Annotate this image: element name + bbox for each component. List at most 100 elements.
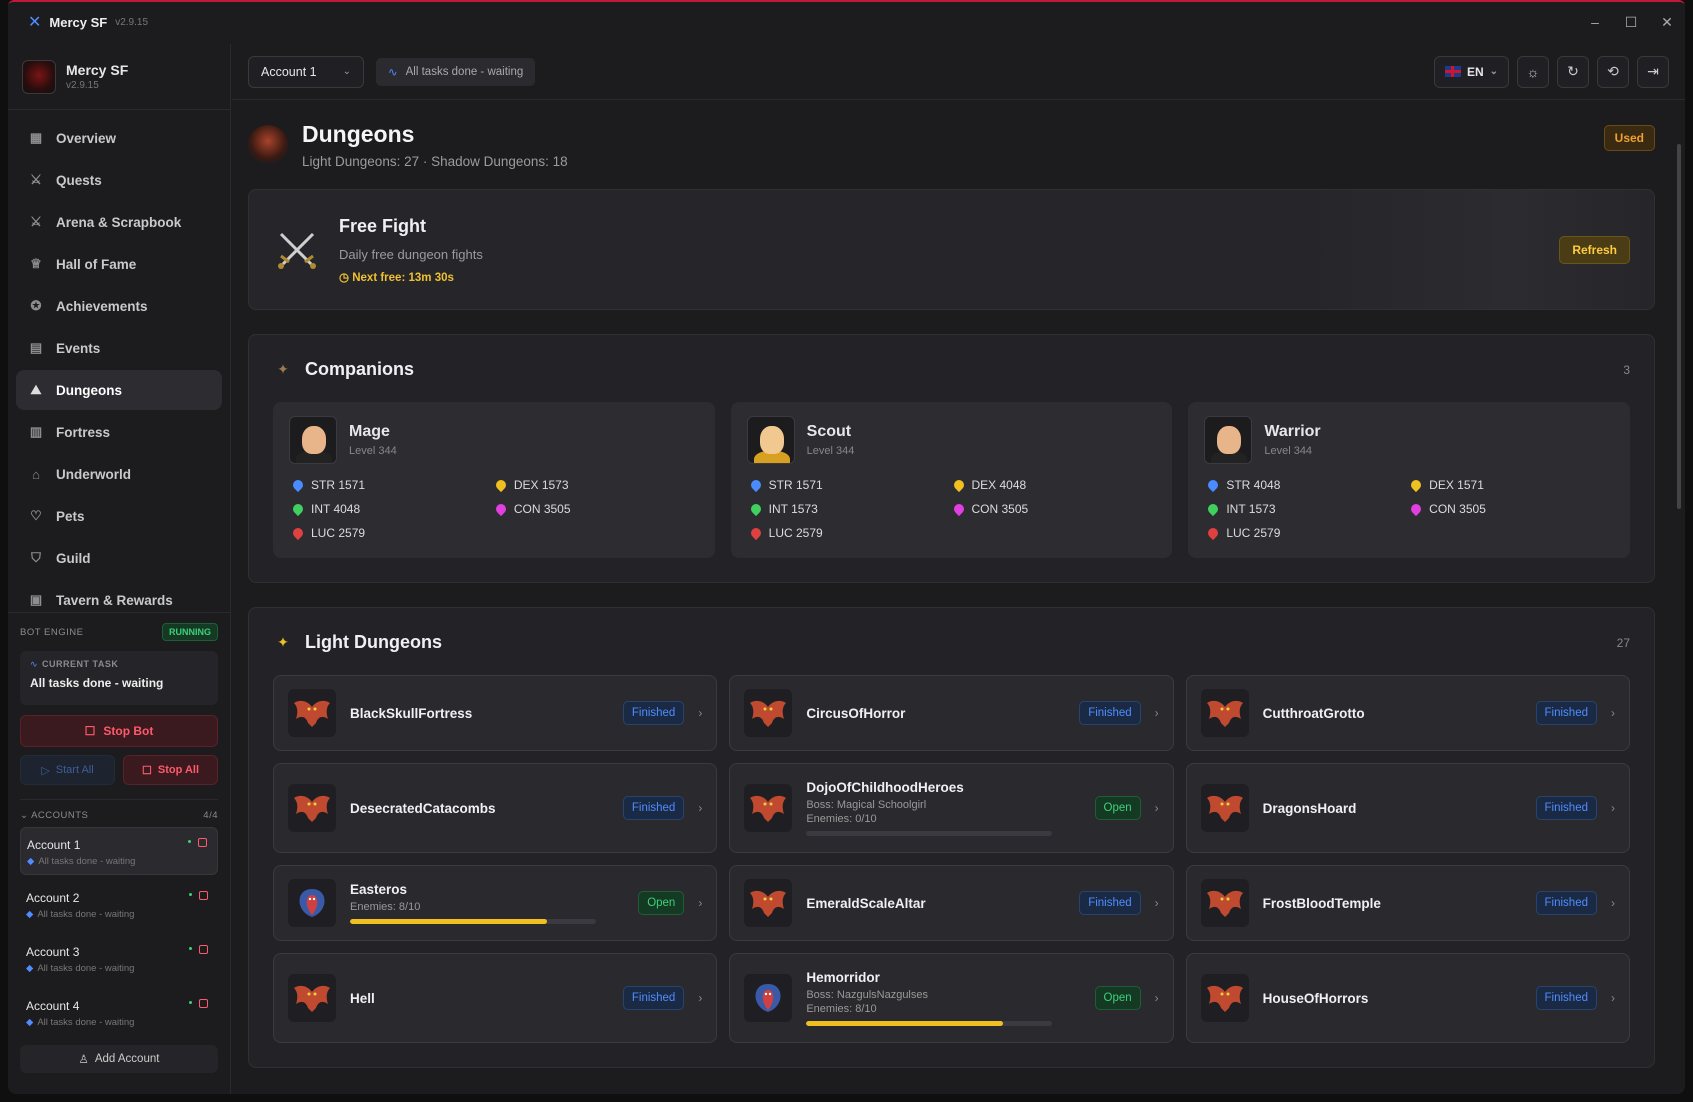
dungeon-status-badge: Finished <box>1535 701 1597 725</box>
free-fight-card: Free Fight Daily free dungeon fights ◷ N… <box>248 189 1655 310</box>
stat-value: CON 3505 <box>1429 502 1486 516</box>
current-task-value: All tasks done - waiting <box>30 676 164 690</box>
user-plus-icon: ♙ <box>78 1054 89 1066</box>
account-status: ◆ All tasks done - waiting <box>26 1017 212 1028</box>
account-status-text: All tasks done - waiting <box>38 856 136 867</box>
sidebar-item-underworld[interactable]: ⌂ Underworld <box>16 454 222 494</box>
potion-icon <box>290 477 306 493</box>
minimize-button[interactable]: – <box>1577 14 1613 31</box>
dungeon-card[interactable]: CutthroatGrotto Finished › <box>1185 675 1630 751</box>
accounts-header[interactable]: ⌄ ACCOUNTS 4/4 <box>20 799 218 821</box>
progress-fill <box>350 919 547 924</box>
free-fight-refresh-button[interactable]: Refresh <box>1559 236 1630 264</box>
bat-icon <box>1200 784 1249 832</box>
companions-section: ✦ Companions 3 Mage Level 344 STR 1571 DEX … <box>248 334 1655 583</box>
bat-icon <box>744 689 793 737</box>
account-status: ◆ All tasks done - waiting <box>26 963 212 974</box>
account-name: Account 1 <box>27 838 81 852</box>
dungeon-boss: Boss: NazgulsNazgulses <box>806 989 928 1001</box>
bat-icon <box>744 879 793 927</box>
progress-bar <box>350 919 596 924</box>
brand-name: Mercy SF <box>66 62 129 78</box>
sync-icon: ⟲ <box>1607 63 1619 79</box>
account-item[interactable]: Account 3 ◆ All tasks done - waiting <box>20 935 218 983</box>
account-select[interactable]: Account 1 ⌄ <box>248 55 364 88</box>
chevron-right-icon: › <box>698 991 703 1005</box>
dungeon-status-badge: Open <box>1094 986 1141 1010</box>
sidebar-item-pets[interactable]: ♡ Pets <box>16 496 222 536</box>
start-all-button[interactable]: ▷ Start All <box>20 755 115 785</box>
refresh-button[interactable]: ↻ <box>1557 55 1589 88</box>
bat-icon <box>288 689 336 737</box>
sidebar-item-hall-of-fame[interactable]: ♕ Hall of Fame <box>16 244 222 284</box>
stop-account-button[interactable] <box>199 945 208 954</box>
sidebar-item-arena-scrapbook[interactable]: ⚔ Arena & Scrapbook <box>16 202 222 242</box>
stat-item: INT 1573 <box>748 501 954 517</box>
stop-account-button[interactable] <box>198 838 207 847</box>
sidebar-item-achievements[interactable]: ✪ Achievements <box>16 286 222 326</box>
dungeon-icon <box>248 125 288 165</box>
sidebar-item-dungeons[interactable]: ⛰ Dungeons <box>16 370 222 410</box>
chevron-right-icon: › <box>698 801 703 815</box>
dungeon-card[interactable]: Easteros Enemies: 8/10 Open › <box>273 865 718 941</box>
window-version: v2.9.15 <box>115 16 149 28</box>
scrollbar[interactable] <box>1677 144 1681 509</box>
calendar-icon: ▤ <box>29 340 43 355</box>
companion-level: Level 344 <box>349 445 397 457</box>
sidebar-item-quests[interactable]: ⚔ Quests <box>16 160 222 200</box>
stat-item: STR 4048 <box>1206 477 1411 493</box>
potion-icon <box>748 525 763 541</box>
cobra-icon <box>744 974 793 1022</box>
dungeon-card[interactable]: CircusOfHorror Finished › <box>729 675 1174 751</box>
add-account-button[interactable]: ♙ Add Account <box>20 1045 218 1073</box>
account-item[interactable]: Account 1 ◆ All tasks done - waiting <box>20 827 218 875</box>
sync-button[interactable]: ⟲ <box>1597 55 1629 88</box>
stat-value: CON 3505 <box>513 502 571 516</box>
gift-icon: ▣ <box>29 592 43 607</box>
stat-value: DEX 4048 <box>971 478 1027 492</box>
dungeon-card[interactable]: FrostBloodTemple Finished › <box>1185 865 1630 941</box>
dungeon-card[interactable]: DojoOfChildhoodHeroes Boss: Magical Schoo… <box>729 763 1174 853</box>
dungeon-card[interactable]: BlackSkullFortress Finished › <box>273 675 718 751</box>
stop-bot-button[interactable]: ☐ Stop Bot <box>20 715 218 747</box>
dungeon-card[interactable]: HouseOfHorrors Finished › <box>1185 953 1630 1043</box>
sidebar-item-fortress[interactable]: ▥ Fortress <box>16 412 222 452</box>
dungeon-card[interactable]: EmeraldScaleAltar Finished › <box>729 865 1174 941</box>
stop-account-button[interactable] <box>199 999 208 1008</box>
account-item[interactable]: Account 2 ◆ All tasks done - waiting <box>20 881 218 929</box>
activity-icon: ◆ <box>26 963 34 974</box>
sidebar-item-tavern-rewards[interactable]: ▣ Tavern & Rewards <box>16 580 222 612</box>
chevron-right-icon: › <box>698 706 703 720</box>
bat-icon <box>1200 879 1249 927</box>
stat-item: CON 3505 <box>1409 501 1614 517</box>
sidebar-item-overview[interactable]: ▦ Overview <box>16 118 222 158</box>
stop-account-button[interactable] <box>199 891 208 900</box>
page-title: Dungeons <box>302 121 415 147</box>
bat-icon <box>288 784 336 832</box>
dungeon-card[interactable]: DesecratedCatacombs Finished › <box>273 763 718 853</box>
chevron-right-icon: › <box>698 896 703 910</box>
dungeon-status-badge: Open <box>638 891 685 915</box>
stop-all-button[interactable]: ☐ Stop All <box>123 755 218 785</box>
dungeon-card[interactable]: Hell Finished › <box>273 953 718 1043</box>
dungeon-card[interactable]: DragonsHoard Finished › <box>1185 763 1630 853</box>
sidebar-nav: ▦ Overview ⚔ Quests ⚔ Arena & Scrapbook ♕ Hall … <box>8 110 230 612</box>
logout-button[interactable]: ⇥ <box>1637 55 1669 88</box>
activity-icon: ◆ <box>26 909 34 920</box>
uk-flag-icon <box>1444 66 1461 77</box>
sidebar-item-guild[interactable]: ⛉ Guild <box>16 538 222 578</box>
language-select[interactable]: EN ⌄ <box>1433 55 1509 88</box>
companion-card: Mage Level 344 STR 1571 DEX 1573 INT 4048 CON… <box>273 402 715 558</box>
account-item[interactable]: Account 4 ◆ All tasks done - waiting <box>20 989 218 1037</box>
maximize-button[interactable]: ☐ <box>1613 14 1649 31</box>
dungeon-card[interactable]: Hemorridor Boss: NazgulsNazgulses Enemies:… <box>729 953 1174 1043</box>
potion-icon <box>290 501 306 517</box>
sidebar-item-events[interactable]: ▤ Events <box>16 328 222 368</box>
mage-portrait <box>289 416 337 464</box>
top-bar: Account 1 ⌄ ∿ All tasks done - waiting E… <box>232 44 1685 100</box>
theme-toggle-button[interactable]: ☼ <box>1517 55 1549 88</box>
sidebar-item-label: Overview <box>56 130 117 146</box>
swords-icon: ⚔ <box>30 172 42 187</box>
sidebar-item-label: Achievements <box>56 298 148 314</box>
close-button[interactable]: ✕ <box>1649 14 1685 31</box>
